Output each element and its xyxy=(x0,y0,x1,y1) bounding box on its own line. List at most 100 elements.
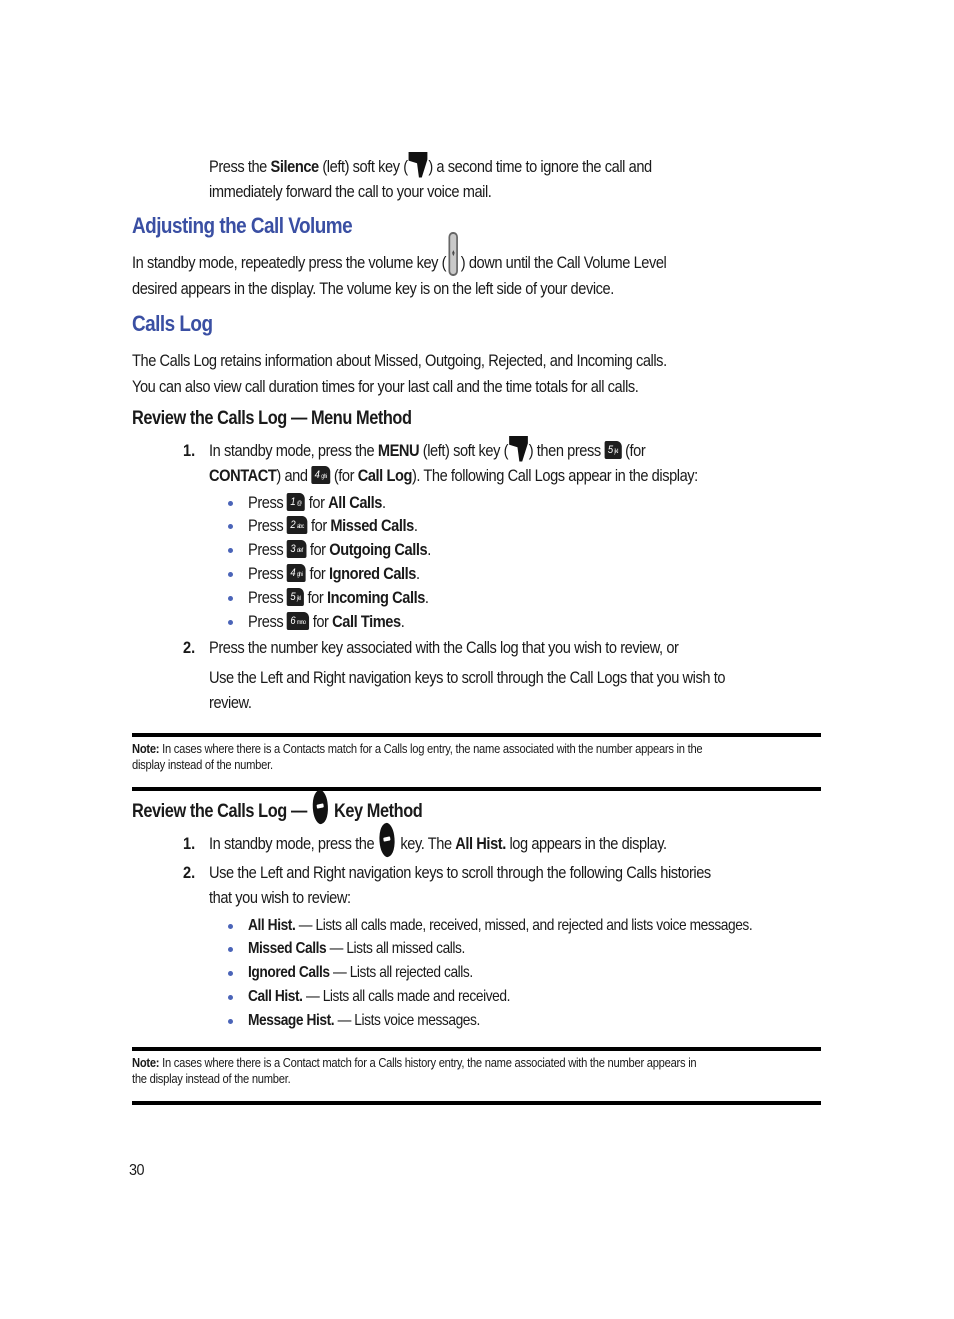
text: Press the xyxy=(209,157,271,176)
list-item: Press 2 abc for Missed Calls. xyxy=(248,513,418,538)
all-hist-label: All Hist. xyxy=(455,834,506,853)
key-digit: 5 xyxy=(290,591,296,604)
step-number: 1. xyxy=(183,441,196,460)
key-letters: ghi xyxy=(296,572,303,579)
note-top-rule xyxy=(132,733,821,737)
list-item: Ignored Calls — Lists all rejected calls… xyxy=(248,960,473,985)
key-1-icon: 1 @ xyxy=(286,493,306,512)
list-item: Press 4 ghi for Ignored Calls. xyxy=(248,561,420,586)
text: . xyxy=(424,588,429,607)
text: . xyxy=(400,612,405,631)
send-key-icon xyxy=(377,821,398,858)
text: ) a second time to ignore the call and xyxy=(428,157,652,176)
key-letters: def xyxy=(296,548,303,555)
text: . xyxy=(382,493,386,512)
text: ) then press xyxy=(528,441,605,460)
send-key-icon xyxy=(310,788,331,826)
bullet-dot xyxy=(228,572,233,577)
bullet-dot xyxy=(228,620,233,625)
note-1-line-2: display instead of the number. xyxy=(132,757,273,772)
call-log-type: All Calls xyxy=(328,493,383,512)
key-letters: jkl xyxy=(614,449,618,456)
list-item: All Hist. — Lists all calls made, receiv… xyxy=(248,913,753,938)
call-log-label: Call Log xyxy=(357,466,413,485)
calls-log-para-1: The Calls Log retains information about … xyxy=(132,351,667,370)
text: ) down until the Call Volume Level xyxy=(460,253,667,272)
bullet-dot xyxy=(228,548,233,553)
key-letters: mno xyxy=(296,620,306,627)
text: In standby mode, press the xyxy=(209,441,378,460)
key-digit: 3 xyxy=(290,543,296,556)
text: ). The following Call Logs appear in the… xyxy=(411,466,698,485)
text: Press xyxy=(248,612,284,631)
list-item: Missed Calls — Lists all missed calls. xyxy=(248,936,465,961)
call-log-type: Outgoing Calls xyxy=(329,540,428,559)
volume-line-1: In standby mode, repeatedly press the vo… xyxy=(132,231,667,276)
text: Press xyxy=(248,564,284,583)
menu-step-2-line-3: review. xyxy=(209,693,252,712)
note-2-line-2: the display instead of the number. xyxy=(132,1071,291,1086)
history-description: — Lists all calls made, received, missed… xyxy=(295,917,753,934)
bullet-dot xyxy=(228,971,233,976)
bullet-dot xyxy=(228,1019,233,1024)
text: . xyxy=(427,540,431,559)
note-bottom-rule xyxy=(132,1101,821,1105)
history-description: — Lists all rejected calls. xyxy=(329,964,473,981)
text: for xyxy=(309,540,326,559)
menu-step-2-line-2: Use the Left and Right navigation keys t… xyxy=(209,668,726,687)
left-soft-key-icon xyxy=(408,151,428,178)
call-log-type: Incoming Calls xyxy=(326,588,425,607)
history-type: Call Hist. xyxy=(248,988,303,1005)
call-log-type: Call Times xyxy=(332,612,401,631)
text: Key Method xyxy=(329,801,423,823)
calls-log-para-2: You can also view call duration times fo… xyxy=(132,377,639,396)
text: (for xyxy=(621,441,646,460)
history-description: — Lists all missed calls. xyxy=(326,940,466,957)
text: In cases where there is a Contact match … xyxy=(159,1055,697,1070)
text: In standby mode, press the xyxy=(209,834,378,853)
key-3-icon: 3 def xyxy=(286,540,307,559)
text: Press xyxy=(248,540,284,559)
text: ) and xyxy=(276,466,312,485)
note-label: Note: xyxy=(132,1055,160,1070)
key-4-icon: 4 ghi xyxy=(311,466,331,485)
page-number: 30 xyxy=(129,1162,145,1179)
volume-key-icon xyxy=(448,231,459,276)
volume-line-2: desired appears in the display. The volu… xyxy=(132,279,614,298)
list-item: Message Hist. — Lists voice messages. xyxy=(248,1008,480,1033)
section-heading-call-volume: Adjusting the Call Volume xyxy=(132,213,353,238)
menu-step-2-line-1: Press the number key associated with the… xyxy=(209,638,679,657)
key-digit: 1 xyxy=(290,496,296,509)
text: In cases where there is a Contacts match… xyxy=(159,741,703,756)
history-type: Missed Calls xyxy=(248,940,327,957)
text: Press xyxy=(248,493,284,512)
key-digit: 5 xyxy=(607,444,613,457)
key-step-2-line-1: Use the Left and Right navigation keys t… xyxy=(209,863,711,882)
text: for xyxy=(312,612,329,631)
menu-label: MENU xyxy=(377,441,420,460)
bullet-dot xyxy=(228,596,233,601)
list-item: Press 1 @ for All Calls. xyxy=(248,490,386,515)
key-4-icon: 4 ghi xyxy=(286,564,306,583)
key-letters: jkl xyxy=(296,596,301,603)
history-type: All Hist. xyxy=(248,917,296,934)
key-digit: 6 xyxy=(290,615,296,628)
text: . xyxy=(413,516,418,535)
key-letters: abc xyxy=(296,524,304,531)
note-2-line-1: Note: In cases where there is a Contact … xyxy=(132,1055,697,1071)
text: Review the Calls Log — xyxy=(132,801,311,823)
text: for xyxy=(309,564,326,583)
bullet-dot xyxy=(228,995,233,1000)
intro-line-1: Press the Silence (left) soft key ( ) a s… xyxy=(209,151,652,179)
history-type: Message Hist. xyxy=(248,1012,335,1029)
bullet-dot xyxy=(228,501,233,506)
text: (left) soft key ( xyxy=(318,157,408,176)
silence-label: Silence xyxy=(270,157,320,176)
key-digit: 4 xyxy=(314,469,320,482)
key-6-icon: 6 mno xyxy=(286,612,310,631)
history-description: — Lists voice messages. xyxy=(334,1012,481,1029)
subheading-menu-method: Review the Calls Log — Menu Method xyxy=(132,408,412,429)
note-bottom-rule xyxy=(132,787,821,791)
history-description: — Lists all calls made and received. xyxy=(302,988,510,1005)
text: . xyxy=(415,564,420,583)
